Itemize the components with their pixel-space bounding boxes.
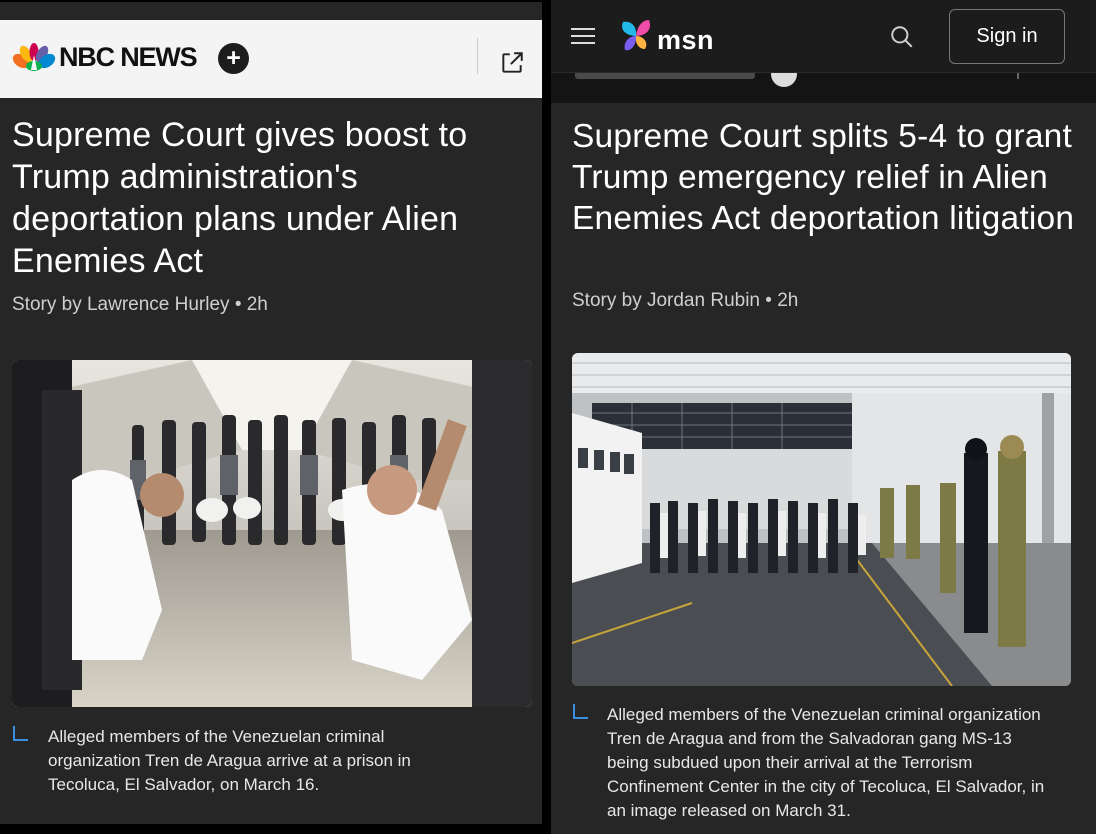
peacock-logo[interactable] — [12, 42, 56, 72]
article-byline[interactable]: Story by Lawrence Hurley • 2h — [12, 294, 268, 316]
article-photo[interactable] — [12, 360, 532, 707]
msn-header: msn Sign in — [551, 0, 1096, 73]
nbc-article-panel: NBC NEWS + Supreme Court gives boost to … — [0, 2, 542, 824]
photo-caption: Alleged members of the Venezuelan crimin… — [48, 727, 411, 794]
article-photo[interactable] — [572, 353, 1071, 686]
article-headline: Supreme Court gives boost to Trump admin… — [12, 116, 468, 280]
msn-wordmark[interactable]: msn — [657, 25, 714, 56]
header-divider — [477, 38, 478, 74]
article-headline: Supreme Court splits 5-4 to grant Trump … — [572, 118, 1075, 237]
caption-marker — [573, 704, 588, 719]
caption-marker — [13, 726, 28, 741]
nbc-news-wordmark[interactable]: NBC NEWS — [59, 42, 198, 73]
search-icon[interactable] — [889, 24, 915, 50]
underlying-header-peek — [551, 73, 1096, 103]
article-byline[interactable]: Story by Jordan Rubin • 2h — [572, 290, 798, 312]
plus-icon[interactable]: + — [218, 43, 249, 74]
nbc-header: NBC NEWS + — [0, 20, 542, 98]
hamburger-menu-icon[interactable] — [571, 28, 595, 46]
msn-butterfly-logo[interactable] — [617, 18, 655, 54]
msn-article-panel: msn Sign in Supreme Court splits 5-4 to … — [551, 0, 1096, 834]
sign-in-button[interactable]: Sign in — [949, 9, 1065, 64]
share-icon[interactable] — [499, 50, 525, 76]
photo-caption: Alleged members of the Venezuelan crimin… — [607, 705, 1045, 820]
